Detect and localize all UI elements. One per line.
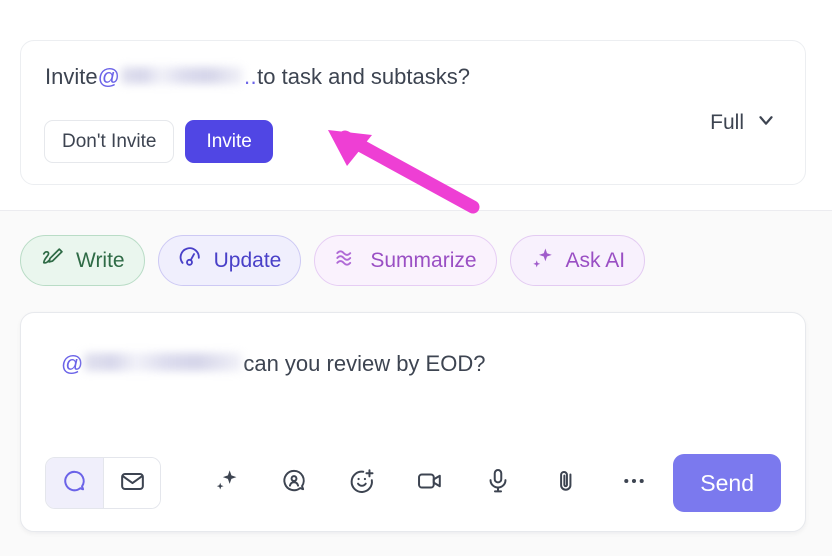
invite-section: Invite @.. to task and subtasks? Full Do… <box>0 0 832 211</box>
invite-headline-prefix: Invite <box>45 64 98 89</box>
pill-write-label: Write <box>76 249 125 272</box>
composer-mode-toggle <box>45 457 161 509</box>
at-sign: @ <box>97 64 120 89</box>
pill-summarize[interactable]: Summarize <box>314 235 497 286</box>
gauge-icon <box>178 245 204 277</box>
pill-update[interactable]: Update <box>157 235 302 286</box>
composer-message-text: can you review by EOD? <box>243 351 486 376</box>
pill-write[interactable]: Write <box>20 235 145 286</box>
microphone-icon <box>484 467 512 500</box>
sparkles-icon <box>213 467 240 499</box>
chat-bubble-icon <box>61 468 88 498</box>
chevron-down-icon <box>755 109 777 136</box>
email-mode-button[interactable] <box>103 458 160 508</box>
composer-tool-icons <box>213 467 648 500</box>
emoji-button[interactable] <box>348 467 376 500</box>
invite-button[interactable]: Invite <box>185 120 273 163</box>
invite-card: Invite @.. to task and subtasks? Full <box>20 40 806 185</box>
redacted-mention-name <box>120 67 243 84</box>
composer-redacted-mention <box>84 353 243 371</box>
pill-ask-ai[interactable]: Ask AI <box>509 235 646 286</box>
attachment-button[interactable] <box>552 467 580 500</box>
mention-tail: .. <box>243 64 258 89</box>
invite-scope-value: Full <box>710 110 744 134</box>
comment-mode-button[interactable] <box>46 458 103 508</box>
ai-action-pills: Write Update Summarize Ask AI <box>20 235 646 286</box>
ai-sparkle-button[interactable] <box>213 467 240 499</box>
envelope-icon <box>119 468 146 498</box>
add-emoji-icon <box>348 467 376 500</box>
video-camera-icon <box>416 467 444 500</box>
invite-scope-select[interactable]: Full <box>710 109 777 136</box>
video-button[interactable] <box>416 467 444 500</box>
waves-icon <box>334 245 360 277</box>
mention-button[interactable] <box>280 467 308 500</box>
mention-person-icon <box>280 467 308 500</box>
sparkles-icon <box>530 245 556 277</box>
more-options-button[interactable] <box>620 467 648 500</box>
ellipsis-icon <box>620 467 648 500</box>
audio-button[interactable] <box>484 467 512 500</box>
paperclip-icon <box>552 467 580 500</box>
message-composer: @ can you review by EOD? Send <box>20 312 806 532</box>
invite-actions: Don't Invite Invite <box>44 120 273 163</box>
pill-summarize-label: Summarize <box>370 249 477 272</box>
pill-update-label: Update <box>213 249 282 272</box>
pen-write-icon <box>40 245 66 277</box>
invite-headline-suffix: to task and subtasks? <box>257 64 470 89</box>
composer-message[interactable]: @ can you review by EOD? <box>61 351 485 377</box>
send-button[interactable]: Send <box>673 454 781 512</box>
invite-headline: Invite @.. to task and subtasks? <box>45 63 781 91</box>
dont-invite-button[interactable]: Don't Invite <box>44 120 175 163</box>
composer-at-sign: @ <box>61 351 84 376</box>
composer-toolbar: Send <box>45 454 781 512</box>
pill-ask-ai-label: Ask AI <box>565 249 626 272</box>
